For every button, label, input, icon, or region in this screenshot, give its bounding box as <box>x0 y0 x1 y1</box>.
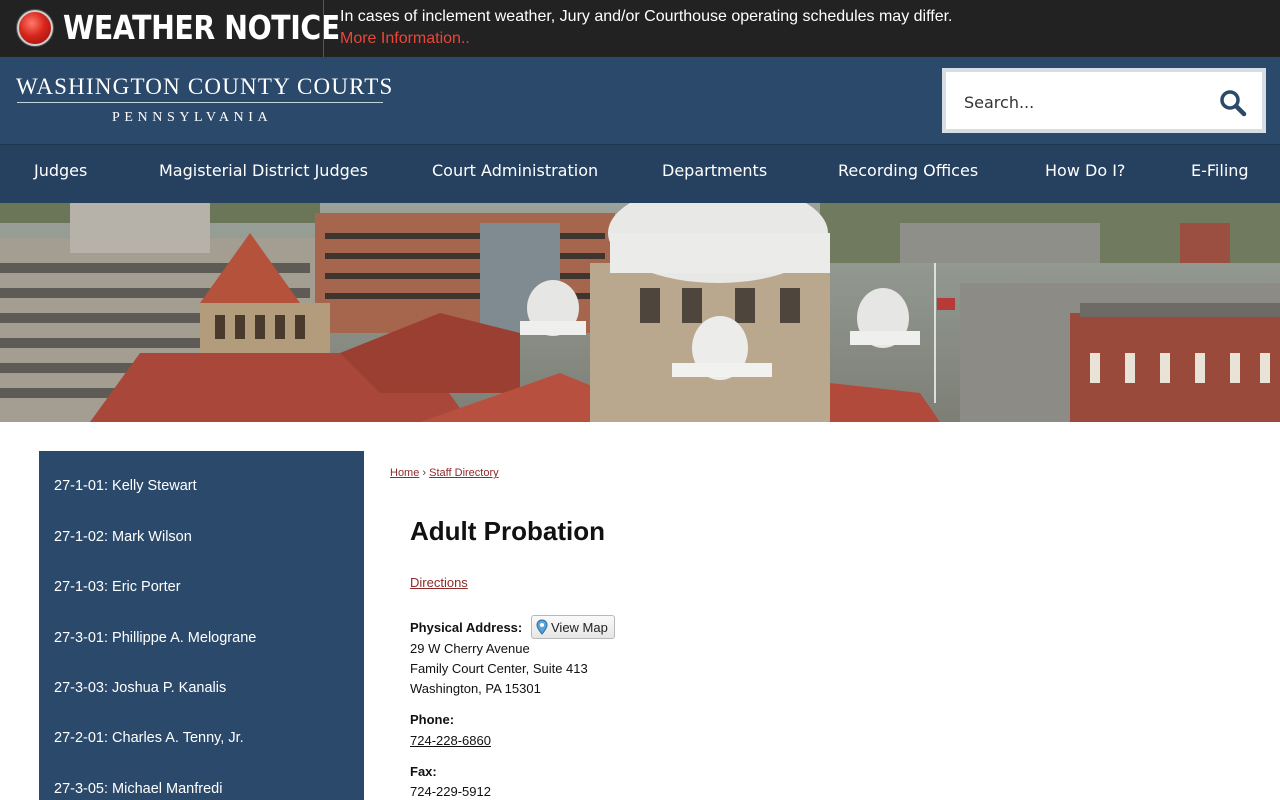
address-line-2: Family Court Center, Suite 413 <box>410 661 588 676</box>
weather-notice-bar: WEATHER NOTICE In cases of inclement wea… <box>0 0 1280 57</box>
notice-divider <box>323 0 324 57</box>
directions-link[interactable]: Directions <box>410 575 468 590</box>
weather-notice-message: In cases of inclement weather, Jury and/… <box>340 8 953 25</box>
search-box <box>942 68 1266 133</box>
sidebar-item-27-2-01[interactable]: 27-2-01: Charles A. Tenny, Jr. <box>54 730 244 746</box>
sidebar-item-27-3-03[interactable]: 27-3-03: Joshua P. Kanalis <box>54 680 226 696</box>
nav-court-administration[interactable]: Court Administration <box>432 145 598 203</box>
fax-number: 724-229-5912 <box>410 784 491 799</box>
sidebar-item-27-1-02[interactable]: 27-1-02: Mark Wilson <box>54 529 192 545</box>
nav-e-filing[interactable]: E-Filing <box>1191 145 1249 203</box>
nav-magisterial-district-judges[interactable]: Magisterial District Judges <box>159 145 368 203</box>
nav-recording-offices[interactable]: Recording Offices <box>838 145 978 203</box>
breadcrumb-staff-directory-link[interactable]: Staff Directory <box>429 467 499 479</box>
sidebar-item-27-3-01[interactable]: 27-3-01: Phillippe A. Melograne <box>54 630 256 646</box>
more-information-link[interactable]: More Information.. <box>340 30 470 48</box>
logo-divider <box>17 102 383 103</box>
alert-dot-icon <box>17 10 53 46</box>
address-line-3: Washington, PA 15301 <box>410 681 541 696</box>
nav-how-do-i[interactable]: How Do I? <box>1045 145 1125 203</box>
phone-link[interactable]: 724-228-6860 <box>410 733 491 748</box>
search-input[interactable] <box>964 90 1204 114</box>
sidebar-item-27-3-05[interactable]: 27-3-05: Michael Manfredi <box>54 781 222 797</box>
weather-notice-title: WEATHER NOTICE <box>63 8 340 47</box>
site-logo-title[interactable]: WASHINGTON COUNTY COURTS <box>16 74 394 100</box>
sidebar-item-27-1-01[interactable]: 27-1-01: Kelly Stewart <box>54 478 197 494</box>
view-map-label: View Map <box>551 620 608 635</box>
main-navigation: Judges Magisterial District Judges Court… <box>0 144 1280 203</box>
fax-label: Fax: <box>410 764 437 779</box>
view-map-button[interactable]: View Map <box>531 615 615 639</box>
search-icon <box>1220 90 1247 117</box>
breadcrumb-separator: › <box>422 467 427 479</box>
phone-label: Phone: <box>410 712 455 727</box>
address-line-1: 29 W Cherry Avenue <box>410 641 530 656</box>
map-pin-icon <box>536 619 548 635</box>
site-header: WASHINGTON COUNTY COURTS PENNSYLVANIA <box>0 57 1280 144</box>
site-logo-subtitle: PENNSYLVANIA <box>112 110 273 125</box>
search-button[interactable] <box>1216 86 1250 120</box>
courthouse-banner-image <box>0 203 1280 422</box>
breadcrumb: Home › Staff Directory <box>390 467 499 479</box>
breadcrumb-home-link[interactable]: Home <box>390 467 419 479</box>
sidebar-menu: 27-1-01: Kelly Stewart 27-1-02: Mark Wil… <box>39 451 364 800</box>
page-title: Adult Probation <box>410 516 605 546</box>
nav-departments[interactable]: Departments <box>662 145 767 203</box>
nav-judges[interactable]: Judges <box>34 145 87 203</box>
physical-address-label: Physical Address: <box>410 620 523 635</box>
sidebar-item-27-1-03[interactable]: 27-1-03: Eric Porter <box>54 579 181 595</box>
